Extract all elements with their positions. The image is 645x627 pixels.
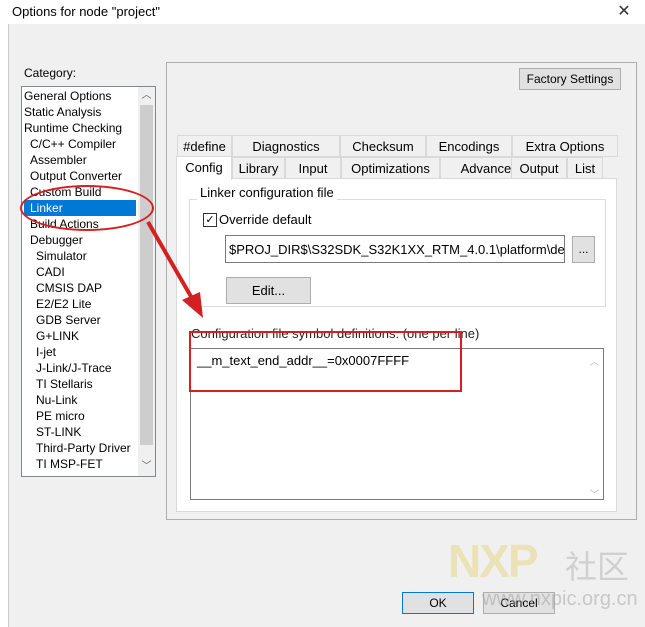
annotation-arrow xyxy=(146,221,203,318)
tab-row1[interactable]: Diagnostics xyxy=(232,135,340,157)
tab-row2[interactable]: Optimizations xyxy=(341,157,440,179)
watermark-logo: NXP xyxy=(448,535,539,587)
tab-row1[interactable]: #define xyxy=(177,135,232,157)
tab-row2[interactable]: Output xyxy=(511,157,567,179)
tab-row2[interactable]: Input xyxy=(285,157,341,179)
watermark-cn: 社区 xyxy=(565,549,630,585)
tab-row1[interactable]: Encodings xyxy=(426,135,512,157)
tab-row1[interactable]: Checksum xyxy=(340,135,426,157)
watermark-url: www.nxpic.org.cn xyxy=(482,588,638,610)
tab-row1[interactable]: Extra Options xyxy=(512,135,618,157)
tab-row2[interactable]: Library xyxy=(232,157,285,179)
tab-row2[interactable]: List xyxy=(567,157,603,179)
